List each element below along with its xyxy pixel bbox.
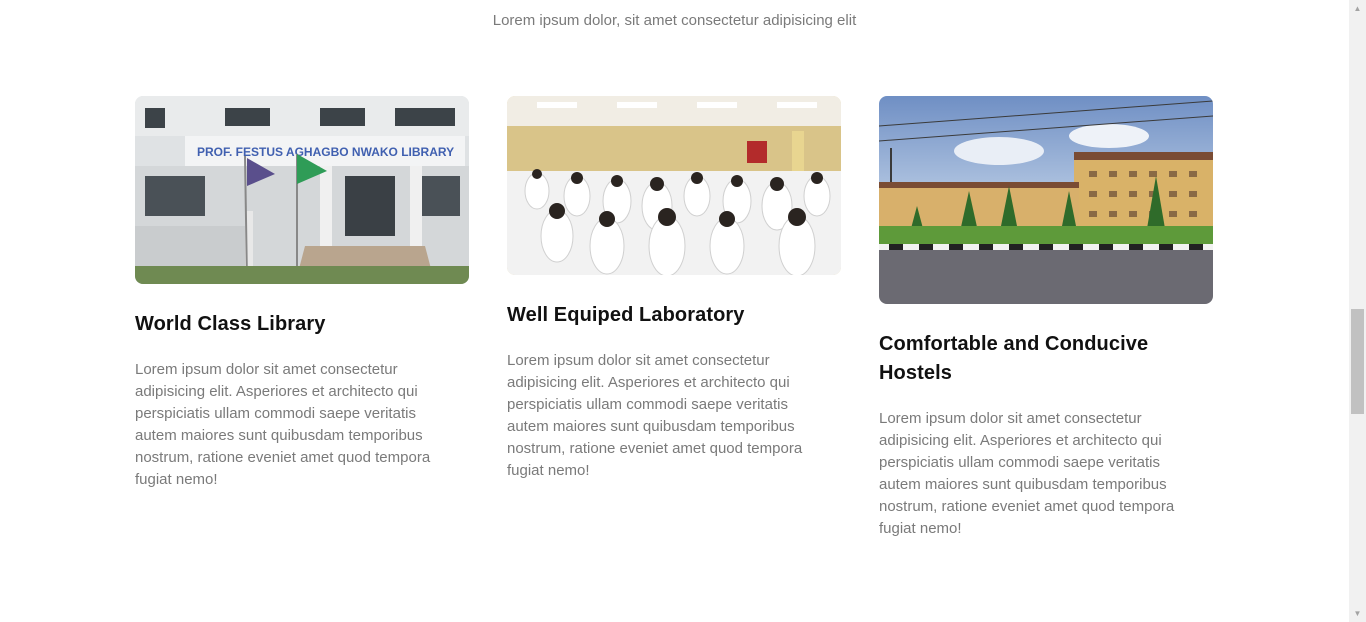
- feature-card-hostels: Comfortable and Conducive Hostels Lorem …: [879, 96, 1213, 540]
- hostels-image: [879, 96, 1213, 304]
- card-title: Comfortable and Conducive Hostels: [879, 333, 1149, 384]
- triangle-down-icon[interactable]: ▼: [1349, 605, 1366, 622]
- library-sign-text: PROF. FESTUS AGHAGBO NWAKO LIBRARY: [197, 145, 454, 159]
- triangle-up-icon[interactable]: ▲: [1349, 0, 1366, 17]
- page: Lorem ipsum dolor, sit amet consectetur …: [0, 0, 1349, 622]
- vertical-scrollbar[interactable]: ▲ ▼: [1349, 0, 1366, 622]
- section-subtitle: Lorem ipsum dolor, sit amet consectetur …: [492, 12, 857, 29]
- scrollbar-thumb[interactable]: [1351, 309, 1364, 414]
- laboratory-image: [507, 96, 841, 275]
- feature-card-laboratory: Well Equiped Laboratory Lorem ipsum dolo…: [507, 96, 841, 482]
- feature-card-library: PROF. FESTUS AGHAGBO NWAKO LIBRARY World…: [135, 96, 469, 491]
- card-description: Lorem ipsum dolor sit amet consectetur a…: [879, 410, 1175, 537]
- card-description: Lorem ipsum dolor sit amet consectetur a…: [507, 352, 803, 479]
- card-title: Well Equiped Laboratory: [507, 304, 745, 326]
- card-description: Lorem ipsum dolor sit amet consectetur a…: [135, 361, 431, 488]
- card-title: World Class Library: [135, 313, 326, 335]
- library-image: PROF. FESTUS AGHAGBO NWAKO LIBRARY: [135, 96, 469, 284]
